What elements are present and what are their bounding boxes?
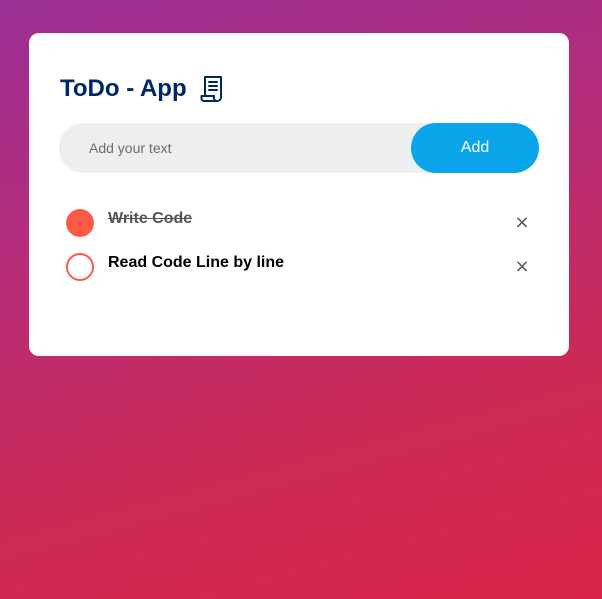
task-item[interactable]: Write Code × (66, 209, 534, 253)
task-list: Write Code × Read Code Line by line × (66, 209, 534, 297)
todo-card: ToDo - App Add Write Code × Read Code Li… (29, 33, 569, 356)
unchecked-circle-icon[interactable] (66, 253, 94, 281)
add-button[interactable]: Add (411, 123, 539, 173)
app-title: ToDo - App (60, 75, 187, 102)
task-text: Read Code Line by line (108, 254, 285, 271)
close-icon[interactable]: × (502, 209, 542, 237)
task-text: Write Code (108, 210, 193, 227)
task-input[interactable] (59, 123, 411, 173)
task-item[interactable]: Read Code Line by line × (66, 253, 534, 297)
checked-circle-icon[interactable] (66, 209, 94, 237)
header: ToDo - App (60, 73, 224, 105)
close-icon[interactable]: × (502, 253, 542, 281)
notepad-icon (200, 75, 224, 103)
add-task-row: Add (59, 123, 539, 173)
